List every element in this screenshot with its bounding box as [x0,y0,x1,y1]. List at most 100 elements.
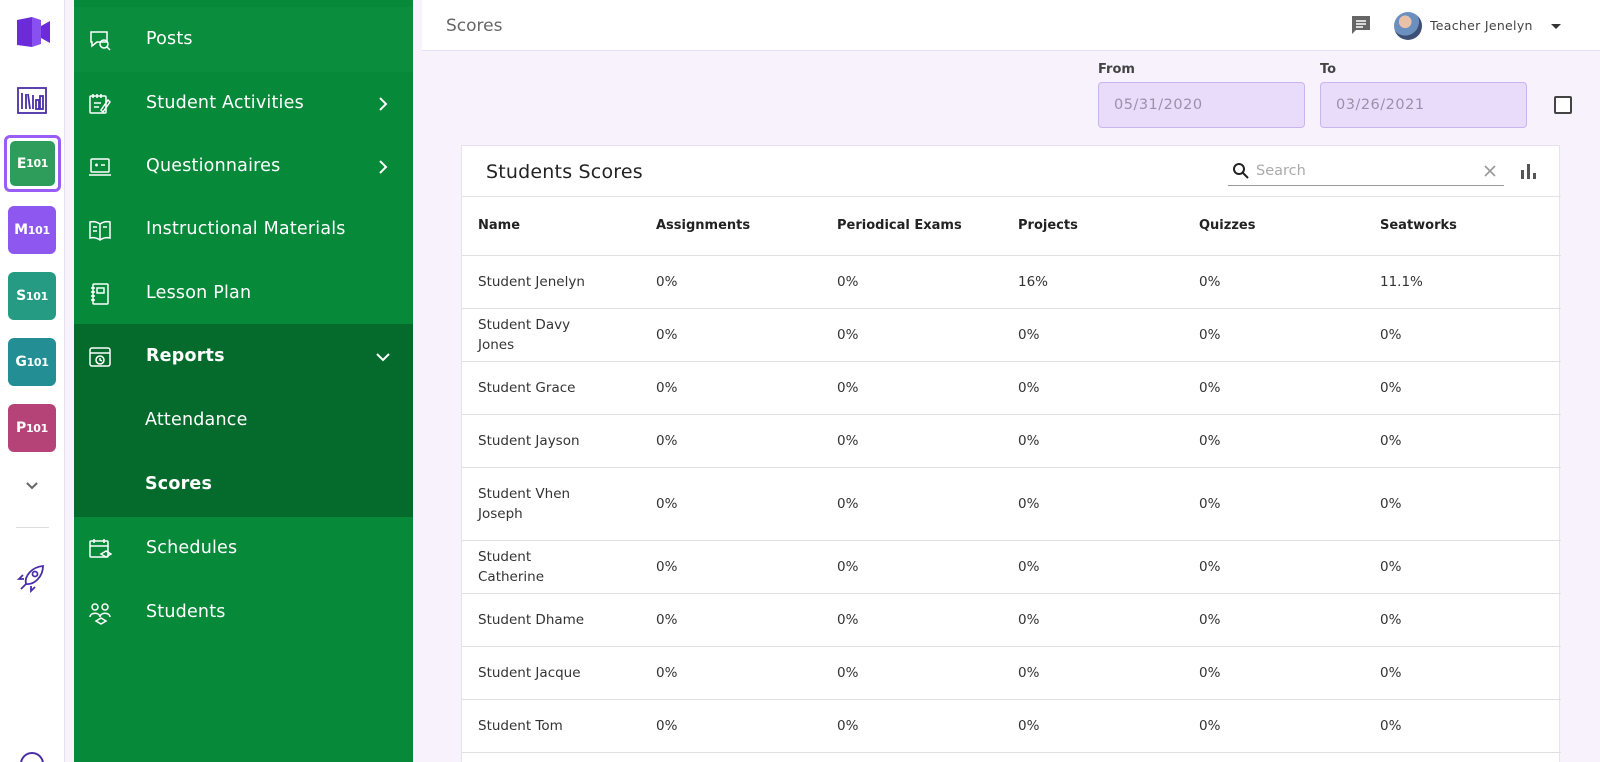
sidebar-subitem-label: Attendance [145,410,248,430]
table-row[interactable]: Student Grace 0% 0% 0% 0% 0% [462,361,1561,415]
close-icon[interactable] [1482,163,1498,179]
student-name-cell: Student Vhen Joseph [462,467,640,541]
filter-checkbox[interactable] [1554,96,1572,114]
notebook-icon [91,283,109,305]
to-date-input[interactable] [1320,82,1527,128]
reports-icon [89,347,111,367]
chat-icon[interactable] [1350,14,1372,36]
score-cell: 0% [1002,699,1183,753]
student-name-cell: Student Jayson [462,414,640,468]
table-row[interactable]: Student Jacque 0% 0% 0% 0% 0% [462,646,1561,700]
card-title: Students Scores [486,161,643,183]
score-cell: 0% [640,593,821,647]
sidebar-item-label: Posts [146,29,193,49]
students-icon [89,603,111,625]
score-cell: 0% [1002,414,1183,468]
activities-icon [89,94,111,114]
table-header-row: Name Assignments Periodical Exams Projec… [462,197,1561,256]
class-tile-s101[interactable]: S 101 [8,272,56,320]
sidebar-item-schedules[interactable]: Schedules [74,516,413,581]
sidebar-item-label: Lesson Plan [146,283,252,303]
rocket-icon[interactable] [16,562,48,594]
avatar[interactable] [1394,12,1422,40]
score-cell: 0% [640,467,821,541]
score-cell: 0% [821,308,1002,362]
sidebar-item-students[interactable]: Students [74,580,413,645]
from-date-input[interactable] [1098,82,1305,128]
score-cell: 0% [640,255,821,309]
sidebar-item-instructional-materials[interactable]: Instructional Materials [74,197,413,262]
score-cell: 0% [640,646,821,700]
table-row[interactable]: Student Tom 0% 0% 0% 0% 0% [462,699,1561,753]
score-cell: 0% [821,593,1002,647]
book-icon [89,220,111,241]
table-row[interactable]: Student Jayson 0% 0% 0% 0% 0% [462,414,1561,468]
score-cell: 0% [1364,467,1561,541]
score-cell: 0% [640,414,821,468]
caret-down-icon[interactable] [1546,16,1566,36]
score-cell: 0% [1183,467,1364,541]
sidebar-item-posts[interactable]: Posts [74,7,413,72]
chevron-right-icon [379,160,388,174]
score-cell: 0% [1183,361,1364,415]
score-cell: 0% [1364,540,1561,594]
score-cell: 0% [1002,540,1183,594]
help-icon[interactable] [18,750,46,762]
score-cell: 0% [1364,308,1561,362]
score-cell: 0% [821,540,1002,594]
scores-table: Name Assignments Periodical Exams Projec… [462,197,1561,753]
score-cell: 0% [1002,467,1183,541]
sidebar-item-label: Instructional Materials [146,219,346,239]
column-header-periodical-exams[interactable]: Periodical Exams [821,197,1002,256]
class-rail: E 101 M 101 S 101 G 101 P 101 [0,0,65,762]
table-row[interactable]: Student Dhame 0% 0% 0% 0% 0% [462,593,1561,647]
score-cell: 11.1% [1364,255,1561,309]
score-cell: 0% [1364,699,1561,753]
sidebar-subitem-scores[interactable]: Scores [74,452,413,517]
score-cell: 16% [1002,255,1183,309]
class-tile-e101[interactable]: E 101 [4,135,61,192]
page-title: Scores [446,16,503,36]
user-name[interactable]: Teacher Jenelyn [1430,18,1533,33]
bar-chart-icon[interactable] [1518,161,1538,181]
column-header-projects[interactable]: Projects [1002,197,1183,256]
score-cell: 0% [1183,646,1364,700]
class-tile-p101[interactable]: P 101 [8,404,56,452]
table-row[interactable]: Student Jenelyn 0% 0% 16% 0% 11.1% [462,255,1561,309]
score-cell: 0% [1364,646,1561,700]
score-cell: 0% [1002,361,1183,415]
sidebar-item-lesson-plan[interactable]: Lesson Plan [74,261,413,326]
sidebar-item-questionnaires[interactable]: Questionnaires [74,134,413,199]
scores-card: Students Scores Name Assignments Periodi… [461,145,1561,762]
chevron-down-icon[interactable] [22,476,42,496]
chevron-down-icon [376,353,390,362]
from-label: From [1098,62,1135,77]
score-cell: 0% [821,699,1002,753]
to-label: To [1320,62,1337,77]
sidebar-item-student-activities[interactable]: Student Activities [74,71,413,136]
top-header: Scores Teacher Jenelyn [422,0,1600,51]
student-name-cell: Student Jacque [462,646,640,700]
column-header-quizzes[interactable]: Quizzes [1183,197,1364,256]
table-row[interactable]: Student Vhen Joseph 0% 0% 0% 0% 0% [462,467,1561,541]
sidebar-item-reports[interactable]: Reports [74,324,413,389]
student-name-cell: Student Grace [462,361,640,415]
table-row[interactable]: Student Davy Jones 0% 0% 0% 0% 0% [462,308,1561,362]
score-cell: 0% [821,255,1002,309]
search-icon [1233,163,1249,179]
class-tile-g101[interactable]: G 101 [8,338,56,386]
column-header-seatworks[interactable]: Seatworks [1364,197,1561,256]
table-row[interactable]: Student Catherine 0% 0% 0% 0% 0% [462,540,1561,594]
library-icon[interactable] [16,84,48,116]
score-cell: 0% [1002,308,1183,362]
score-cell: 0% [1183,414,1364,468]
sidebar-subitem-attendance[interactable]: Attendance [74,388,413,453]
column-header-name[interactable]: Name [462,197,640,256]
search-input[interactable] [1256,160,1476,182]
score-cell: 0% [1183,593,1364,647]
score-cell: 0% [1183,540,1364,594]
app-logo-icon[interactable] [14,14,52,50]
student-name-cell: Student Tom [462,699,640,753]
class-tile-m101[interactable]: M 101 [8,206,56,254]
column-header-assignments[interactable]: Assignments [640,197,821,256]
